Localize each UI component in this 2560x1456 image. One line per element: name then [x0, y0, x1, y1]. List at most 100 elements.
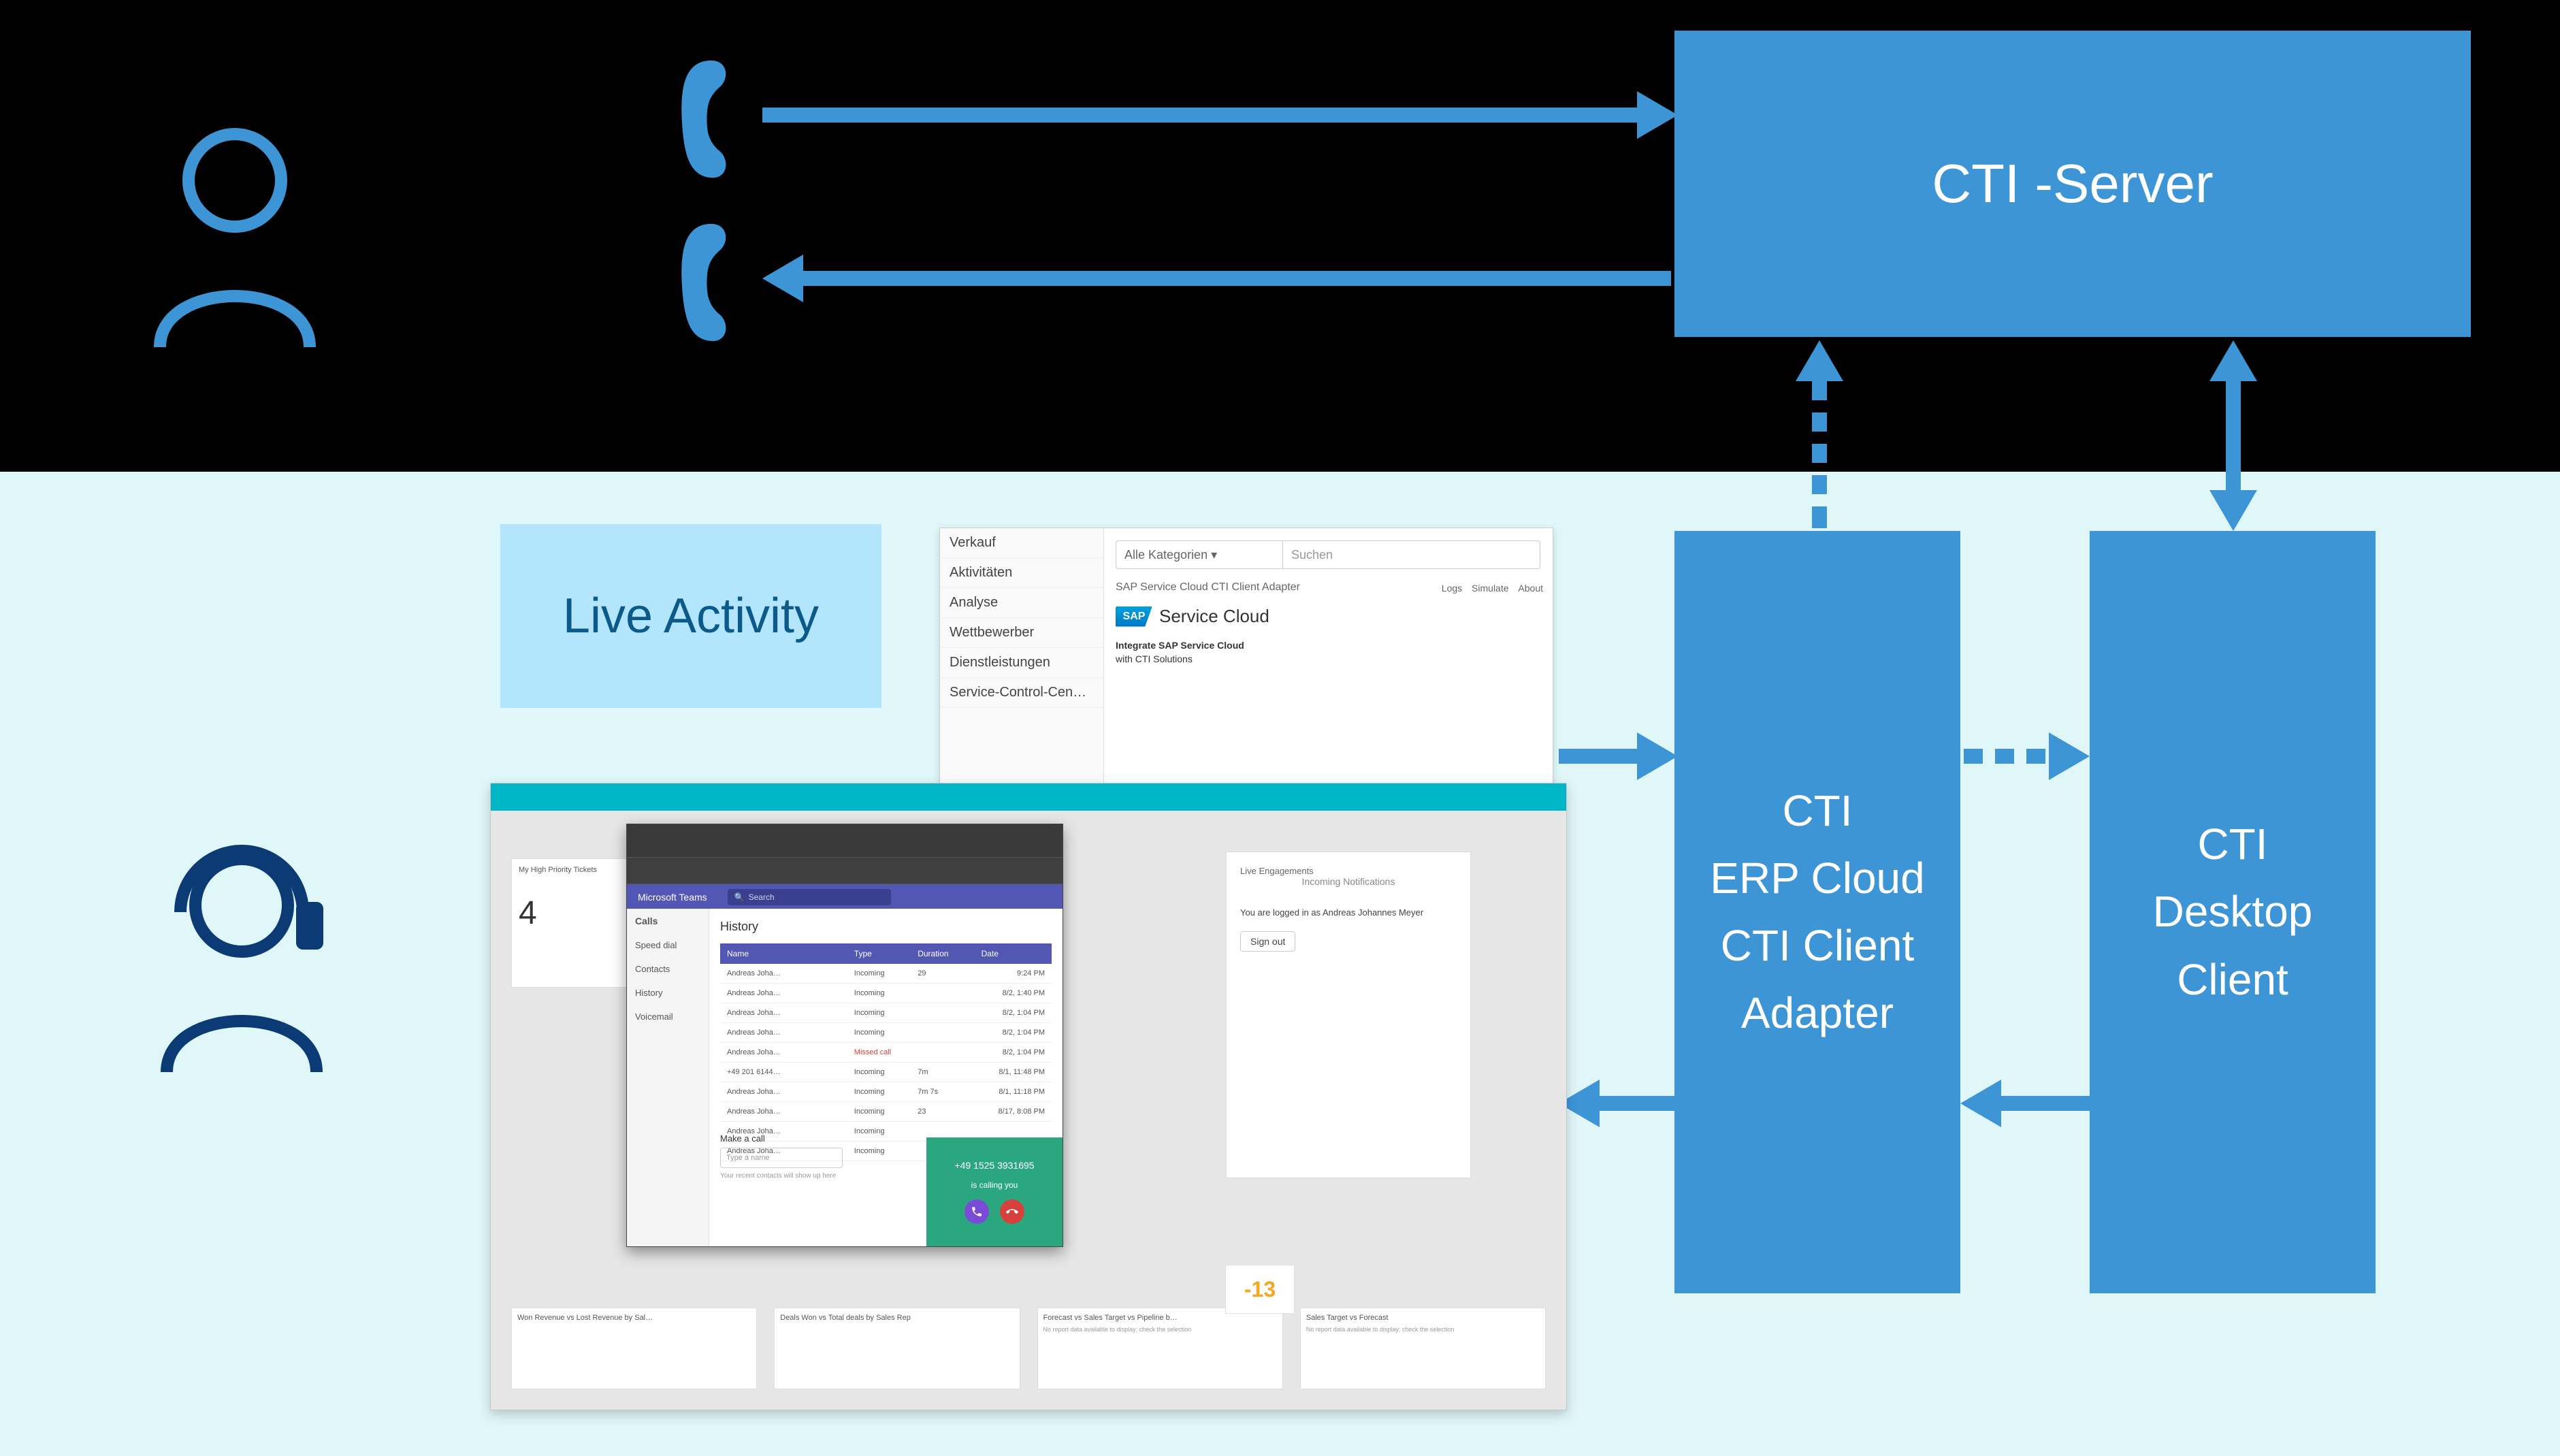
logged-in-text: You are logged in as Andreas Johannes Me… [1240, 907, 1457, 918]
history-row[interactable]: Andreas Joha…Incoming8/2, 1:04 PM [720, 1003, 1052, 1023]
decline-call-button[interactable] [1000, 1199, 1024, 1224]
phone-in-icon [667, 218, 756, 347]
dash-seg [1812, 506, 1827, 528]
search-input[interactable]: Suchen [1283, 541, 1540, 568]
calls-nav-item[interactable]: Voicemail [627, 1005, 709, 1029]
arrow-desktop-to-adapter [1998, 1096, 2090, 1111]
browser-tabbar [627, 824, 1063, 858]
history-row[interactable]: Andreas Joha…Incoming8/2, 1:04 PM [720, 1023, 1052, 1043]
arrow-adapter-to-shots [1596, 1096, 1674, 1111]
incoming-sub: is calling you [971, 1180, 1018, 1190]
cti-server-box: CTI -Server [1674, 31, 2471, 337]
screenshot-sap-sidebar: Verkauf Aktivitäten Analyse Wettbewerber… [939, 528, 1553, 801]
accept-call-button[interactable] [965, 1199, 989, 1224]
bottom-tile[interactable]: Forecast vs Sales Target vs Pipeline b…N… [1037, 1308, 1283, 1389]
dash-seg [1812, 475, 1827, 494]
bottom-tile[interactable]: Sales Target vs ForecastNo report data a… [1300, 1308, 1546, 1389]
adapter-line: CTI [1710, 777, 1924, 845]
sap-logo: SAP [1116, 606, 1152, 627]
nav-item[interactable]: Service-Control-Cen… [940, 678, 1103, 708]
history-row[interactable]: Andreas Joha…Incoming7m 7s8/1, 11:18 PM [720, 1082, 1052, 1102]
arrow-call-in-head [762, 255, 803, 302]
history-rows: Andreas Joha…Incoming299:24 PMAndreas Jo… [720, 964, 1052, 1161]
calls-nav-item[interactable]: Speed dial [627, 933, 709, 957]
browser-urlbar [627, 858, 1063, 884]
menu-about[interactable]: About [1518, 583, 1543, 594]
dash-h-seg [1995, 749, 2014, 764]
adapter-line: Adapter [1710, 980, 1924, 1047]
arrow-desktop-server-up [2209, 340, 2257, 381]
calls-nav-item[interactable]: History [627, 981, 709, 1005]
arrow-adapter-to-server-head [1796, 340, 1843, 381]
arrow-call-in [800, 271, 1671, 286]
window-menu: Logs Simulate About [1435, 583, 1543, 594]
cti-server-label: CTI -Server [1932, 152, 2213, 215]
history-row[interactable]: Andreas Joha…Incoming238/17, 8:08 PM [720, 1102, 1052, 1122]
adapter-line: CTI Client [1710, 912, 1924, 980]
caller-icon [133, 116, 337, 354]
phone-out-icon [667, 54, 756, 184]
arrow-desktop-server-down [2209, 490, 2257, 531]
search-bar: Alle Kategorien ▾ Suchen [1116, 540, 1540, 569]
history-title: History [720, 920, 1052, 934]
bottom-tile[interactable]: Deals Won vs Total deals by Sales Rep [774, 1308, 1020, 1389]
sap-nav-sidebar: Verkauf Aktivitäten Analyse Wettbewerber… [940, 528, 1104, 800]
arrow-shots-to-adapter-head [1637, 732, 1678, 780]
dash-h-seg [1964, 749, 1983, 764]
arrow-shots-to-adapter [1559, 749, 1640, 764]
desktop-line: Desktop [2153, 878, 2313, 945]
arrow-call-out-head [1637, 91, 1678, 139]
history-header: Name Type Duration Date [720, 943, 1052, 964]
arrow-call-out [762, 108, 1640, 123]
cti-desktop-box: CTI Desktop Client [2090, 531, 2376, 1293]
desktop-line: Client [2153, 946, 2313, 1014]
nav-item[interactable]: Analyse [940, 588, 1103, 618]
bottom-tile-row: Won Revenue vs Lost Revenue by Sal… Deal… [511, 1308, 1546, 1389]
kpi-negative-badge: -13 [1225, 1265, 1295, 1314]
incoming-number: +49 1525 3931695 [954, 1160, 1034, 1171]
sap-window-bar [491, 783, 1566, 811]
calls-nav-title: Calls [627, 909, 709, 933]
make-call-input[interactable]: Type a name [720, 1148, 843, 1168]
incoming-call-popup: +49 1525 3931695 is calling you [926, 1137, 1063, 1246]
teams-appbar: Microsoft Teams 🔍 Search [627, 884, 1063, 910]
calls-nav-item[interactable]: Contacts [627, 957, 709, 981]
nav-item[interactable]: Wettbewerber [940, 618, 1103, 648]
arrow-desktop-to-adapter-head [1960, 1080, 2001, 1127]
teams-search-input[interactable]: 🔍 Search [728, 889, 891, 905]
history-row[interactable]: Andreas Joha…Incoming8/2, 1:40 PM [720, 984, 1052, 1003]
history-row[interactable]: Andreas Joha…Missed call8/2, 1:04 PM [720, 1043, 1052, 1063]
history-row[interactable]: Andreas Joha…Incoming299:24 PM [720, 964, 1052, 984]
dash-h-seg [2026, 749, 2045, 764]
bottom-tile[interactable]: Won Revenue vs Lost Revenue by Sal… [511, 1308, 757, 1389]
teams-brand: Microsoft Teams [638, 892, 707, 903]
menu-simulate[interactable]: Simulate [1472, 583, 1508, 594]
make-call-title: Make a call [720, 1133, 843, 1144]
arrow-desktop-server-line [2226, 378, 2241, 494]
dash-seg [1812, 412, 1827, 432]
sign-out-button[interactable]: Sign out [1240, 931, 1295, 952]
nav-item[interactable]: Aktivitäten [940, 558, 1103, 588]
nav-item[interactable]: Verkauf [940, 528, 1103, 558]
live-activity-label: Live Activity [500, 524, 881, 708]
live-activity-text: Live Activity [563, 588, 819, 644]
agent-icon [133, 827, 351, 1079]
category-dropdown[interactable]: Alle Kategorien ▾ [1116, 541, 1283, 568]
history-row[interactable]: +49 201 6144…Incoming7m8/1, 11:48 PM [720, 1063, 1052, 1082]
teams-calls-nav: Calls Speed dial Contacts History Voicem… [627, 909, 709, 1246]
screenshot-teams-calls: Microsoft Teams 🔍 Search Calls Speed dia… [626, 824, 1063, 1247]
adapter-line: ERP Cloud [1710, 845, 1924, 912]
service-cloud-title: Service Cloud [1159, 606, 1269, 627]
menu-logs[interactable]: Logs [1442, 583, 1462, 594]
desktop-line: CTI [2153, 811, 2313, 878]
live-engagements-panel: Live Engagements Incoming Notifications … [1226, 852, 1471, 1178]
arrow-adapter-to-desktop-head [2049, 732, 2090, 780]
integrate-text: Integrate SAP Service Cloud with CTI Sol… [1116, 639, 1540, 666]
dash-seg [1812, 444, 1827, 463]
incoming-notifications-label: Incoming Notifications [1240, 876, 1457, 887]
make-call-hint: Your recent contacts will show up here [720, 1172, 843, 1180]
make-call-panel: Make a call Type a name Your recent cont… [720, 1133, 843, 1180]
dash-seg [1812, 381, 1827, 400]
nav-item[interactable]: Dienstleistungen [940, 648, 1103, 678]
cti-adapter-box: CTI ERP Cloud CTI Client Adapter [1674, 531, 1960, 1293]
